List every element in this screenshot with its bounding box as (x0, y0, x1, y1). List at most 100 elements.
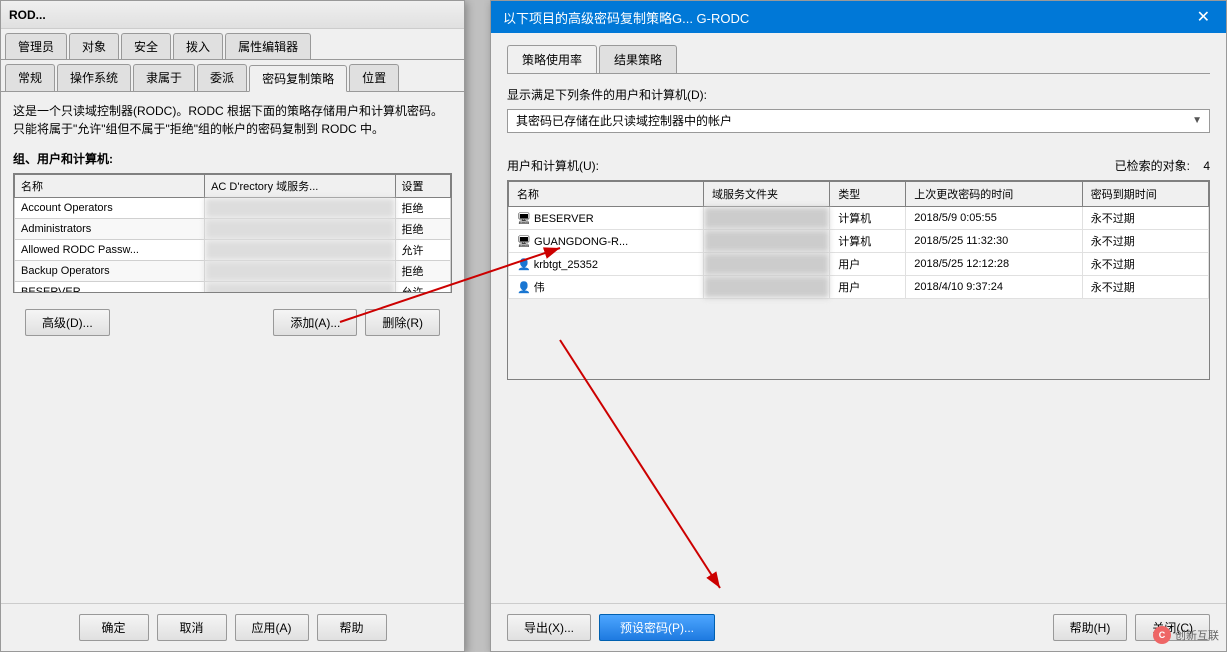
right-table-row[interactable]: 🖥 GUANGDONG-R...Domain ...计算机2018/5/25 1… (509, 230, 1209, 253)
subtab-general[interactable]: 常规 (5, 64, 55, 91)
left-table-row[interactable]: Account OperatorsBuiltin拒绝 (15, 198, 451, 219)
left-dialog-footer: 确定 取消 应用(A) 帮助 (1, 603, 464, 651)
right-row-folder: 'Comput... (703, 207, 829, 230)
left-row-path: Computers (205, 282, 395, 294)
right-tab-policy-usage[interactable]: 策略使用率 (507, 45, 597, 73)
tab-object[interactable]: 对象 (69, 33, 119, 59)
cancel-button[interactable]: 取消 (157, 614, 227, 641)
left-row-name: BESERVER (15, 282, 205, 294)
left-table-row[interactable]: Backup Operatorsbuiltin拒绝 (15, 261, 451, 282)
right-dialog: 以下项目的高级密码复制策略G... G-RODC ✕ 策略使用率 结果策略 显示… (490, 0, 1227, 652)
right-dialog-close-icon[interactable]: ✕ (1193, 7, 1214, 27)
left-dialog: ROD... 管理员 对象 安全 拨入 属性编辑器 常规 操作系统 隶属于 委派… (0, 0, 465, 652)
left-row-setting: 拒绝 (395, 219, 450, 240)
subtab-location[interactable]: 位置 (349, 64, 399, 91)
right-col-expires: 密码到期时间 (1082, 182, 1208, 207)
right-dialog-main: 策略使用率 结果策略 显示满足下列条件的用户和计算机(D): 其密码已存储在此只… (491, 33, 1226, 400)
left-row-name: Allowed RODC Passw... (15, 240, 205, 261)
users-header: 用户和计算机(U): 已检索的对象: 4 (507, 157, 1210, 174)
section-label: 组、用户和计算机: (13, 150, 452, 167)
tab-attr-editor[interactable]: 属性编辑器 (225, 33, 311, 59)
subtab-delegate[interactable]: 委派 (197, 64, 247, 91)
left-row-name: Backup Operators (15, 261, 205, 282)
preset-password-button[interactable]: 预设密码(P)... (599, 614, 715, 641)
right-tab-bar: 策略使用率 结果策略 (507, 45, 1210, 74)
right-row-last-changed: 2018/5/25 11:32:30 (906, 230, 1082, 253)
left-row-path: builtin (205, 261, 395, 282)
left-row-path: builtin (205, 219, 395, 240)
right-row-type: 计算机 (830, 207, 906, 230)
right-table-row[interactable]: 🖥 BESERVER'Comput...计算机2018/5/9 0:05:55永… (509, 207, 1209, 230)
left-table-row[interactable]: BESERVERComputers允许 (15, 282, 451, 294)
right-row-last-changed: 2018/5/25 12:12:28 (906, 253, 1082, 276)
left-table-row[interactable]: Allowed RODC Passw...sers允许 (15, 240, 451, 261)
filter-dropdown[interactable]: 其密码已存储在此只读域控制器中的帐户 (507, 109, 1210, 133)
right-row-last-changed: 2018/5/9 0:05:55 (906, 207, 1082, 230)
left-table-buttons: 高级(D)... 添加(A)... 删除(R) (13, 301, 452, 344)
remove-button[interactable]: 删除(R) (365, 309, 440, 336)
group-table: 名称 AC D'rectory 域服务... 设置 Account Operat… (14, 174, 451, 293)
computer-icon: 🖥 (517, 236, 534, 248)
left-row-path: Builtin (205, 198, 395, 219)
right-row-name: 👤 krbtgt_25352 (509, 253, 704, 276)
right-row-folder: Users (703, 253, 829, 276)
left-row-setting: 拒绝 (395, 261, 450, 282)
left-row-setting: 允许 (395, 240, 450, 261)
right-row-name: 🖥 BESERVER (509, 207, 704, 230)
right-table: 名称 域服务文件夹 类型 上次更改密码的时间 密码到期时间 🖥 BESERVER… (508, 181, 1209, 299)
left-dialog-main-content: 这是一个只读域控制器(RODC)。RODC 根据下面的策略存储用户和计算机密码。… (1, 92, 464, 354)
right-row-expires: 永不过期 (1082, 230, 1208, 253)
sub-tab-bar: 常规 操作系统 隶属于 委派 密码复制策略 位置 (1, 60, 464, 92)
right-row-expires: 永不过期 (1082, 207, 1208, 230)
left-dialog-title: ROD... (9, 8, 456, 22)
right-table-row[interactable]: 👤 伟TEST/信...用户2018/4/10 9:37:24永不过期 (509, 276, 1209, 299)
filter-dropdown-wrapper: 其密码已存储在此只读域控制器中的帐户 (507, 109, 1210, 145)
right-row-expires: 永不过期 (1082, 253, 1208, 276)
left-row-setting: 拒绝 (395, 198, 450, 219)
right-col-last-changed: 上次更改密码的时间 (906, 182, 1082, 207)
right-help-button[interactable]: 帮助(H) (1053, 614, 1128, 641)
advanced-button[interactable]: 高级(D)... (25, 309, 110, 336)
col-path: AC D'rectory 域服务... (205, 175, 395, 198)
right-dialog-titlebar: 以下项目的高级密码复制策略G... G-RODC ✕ (491, 1, 1226, 33)
tab-dialin[interactable]: 拨入 (173, 33, 223, 59)
right-table-container: 名称 域服务文件夹 类型 上次更改密码的时间 密码到期时间 🖥 BESERVER… (507, 180, 1210, 380)
right-table-row[interactable]: 👤 krbtgt_25352Users用户2018/5/25 12:12:28永… (509, 253, 1209, 276)
tab-manager[interactable]: 管理员 (5, 33, 67, 59)
right-row-type: 计算机 (830, 230, 906, 253)
filter-label: 显示满足下列条件的用户和计算机(D): (507, 86, 1210, 103)
right-col-name: 名称 (509, 182, 704, 207)
watermark: C 创新互联 (1153, 626, 1219, 644)
right-footer-left: 导出(X)... 预设密码(P)... (507, 614, 715, 641)
left-table-row[interactable]: Administratorsbuiltin拒绝 (15, 219, 451, 240)
users-label: 用户和计算机(U): (507, 157, 599, 174)
right-row-expires: 永不过期 (1082, 276, 1208, 299)
add-button[interactable]: 添加(A)... (273, 309, 357, 336)
right-row-name: 🖥 GUANGDONG-R... (509, 230, 704, 253)
subtab-password-policy[interactable]: 密码复制策略 (249, 65, 347, 92)
right-row-name: 👤 伟 (509, 276, 704, 299)
col-setting: 设置 (395, 175, 450, 198)
ok-button[interactable]: 确定 (79, 614, 149, 641)
watermark-text: 创新互联 (1175, 627, 1219, 643)
subtab-os[interactable]: 操作系统 (57, 64, 131, 91)
checked-count: 已检索的对象: 4 (1115, 157, 1210, 174)
help-button[interactable]: 帮助 (317, 614, 387, 641)
right-dialog-footer: 导出(X)... 预设密码(P)... 帮助(H) 关闭(C) (491, 603, 1226, 651)
computer-icon: 🖥 (517, 213, 534, 225)
apply-button[interactable]: 应用(A) (235, 614, 309, 641)
left-row-setting: 允许 (395, 282, 450, 294)
tab-security[interactable]: 安全 (121, 33, 171, 59)
right-col-type: 类型 (830, 182, 906, 207)
watermark-logo: C (1153, 626, 1171, 644)
right-row-folder: Domain ... (703, 230, 829, 253)
right-dialog-title: 以下项目的高级密码复制策略G... G-RODC (503, 8, 1193, 27)
group-table-container: 名称 AC D'rectory 域服务... 设置 Account Operat… (13, 173, 452, 293)
right-col-folder: 域服务文件夹 (703, 182, 829, 207)
subtab-member-of[interactable]: 隶属于 (133, 64, 195, 91)
left-row-name: Administrators (15, 219, 205, 240)
export-button[interactable]: 导出(X)... (507, 614, 591, 641)
col-name: 名称 (15, 175, 205, 198)
left-row-path: sers (205, 240, 395, 261)
right-tab-result-policy[interactable]: 结果策略 (599, 45, 677, 73)
